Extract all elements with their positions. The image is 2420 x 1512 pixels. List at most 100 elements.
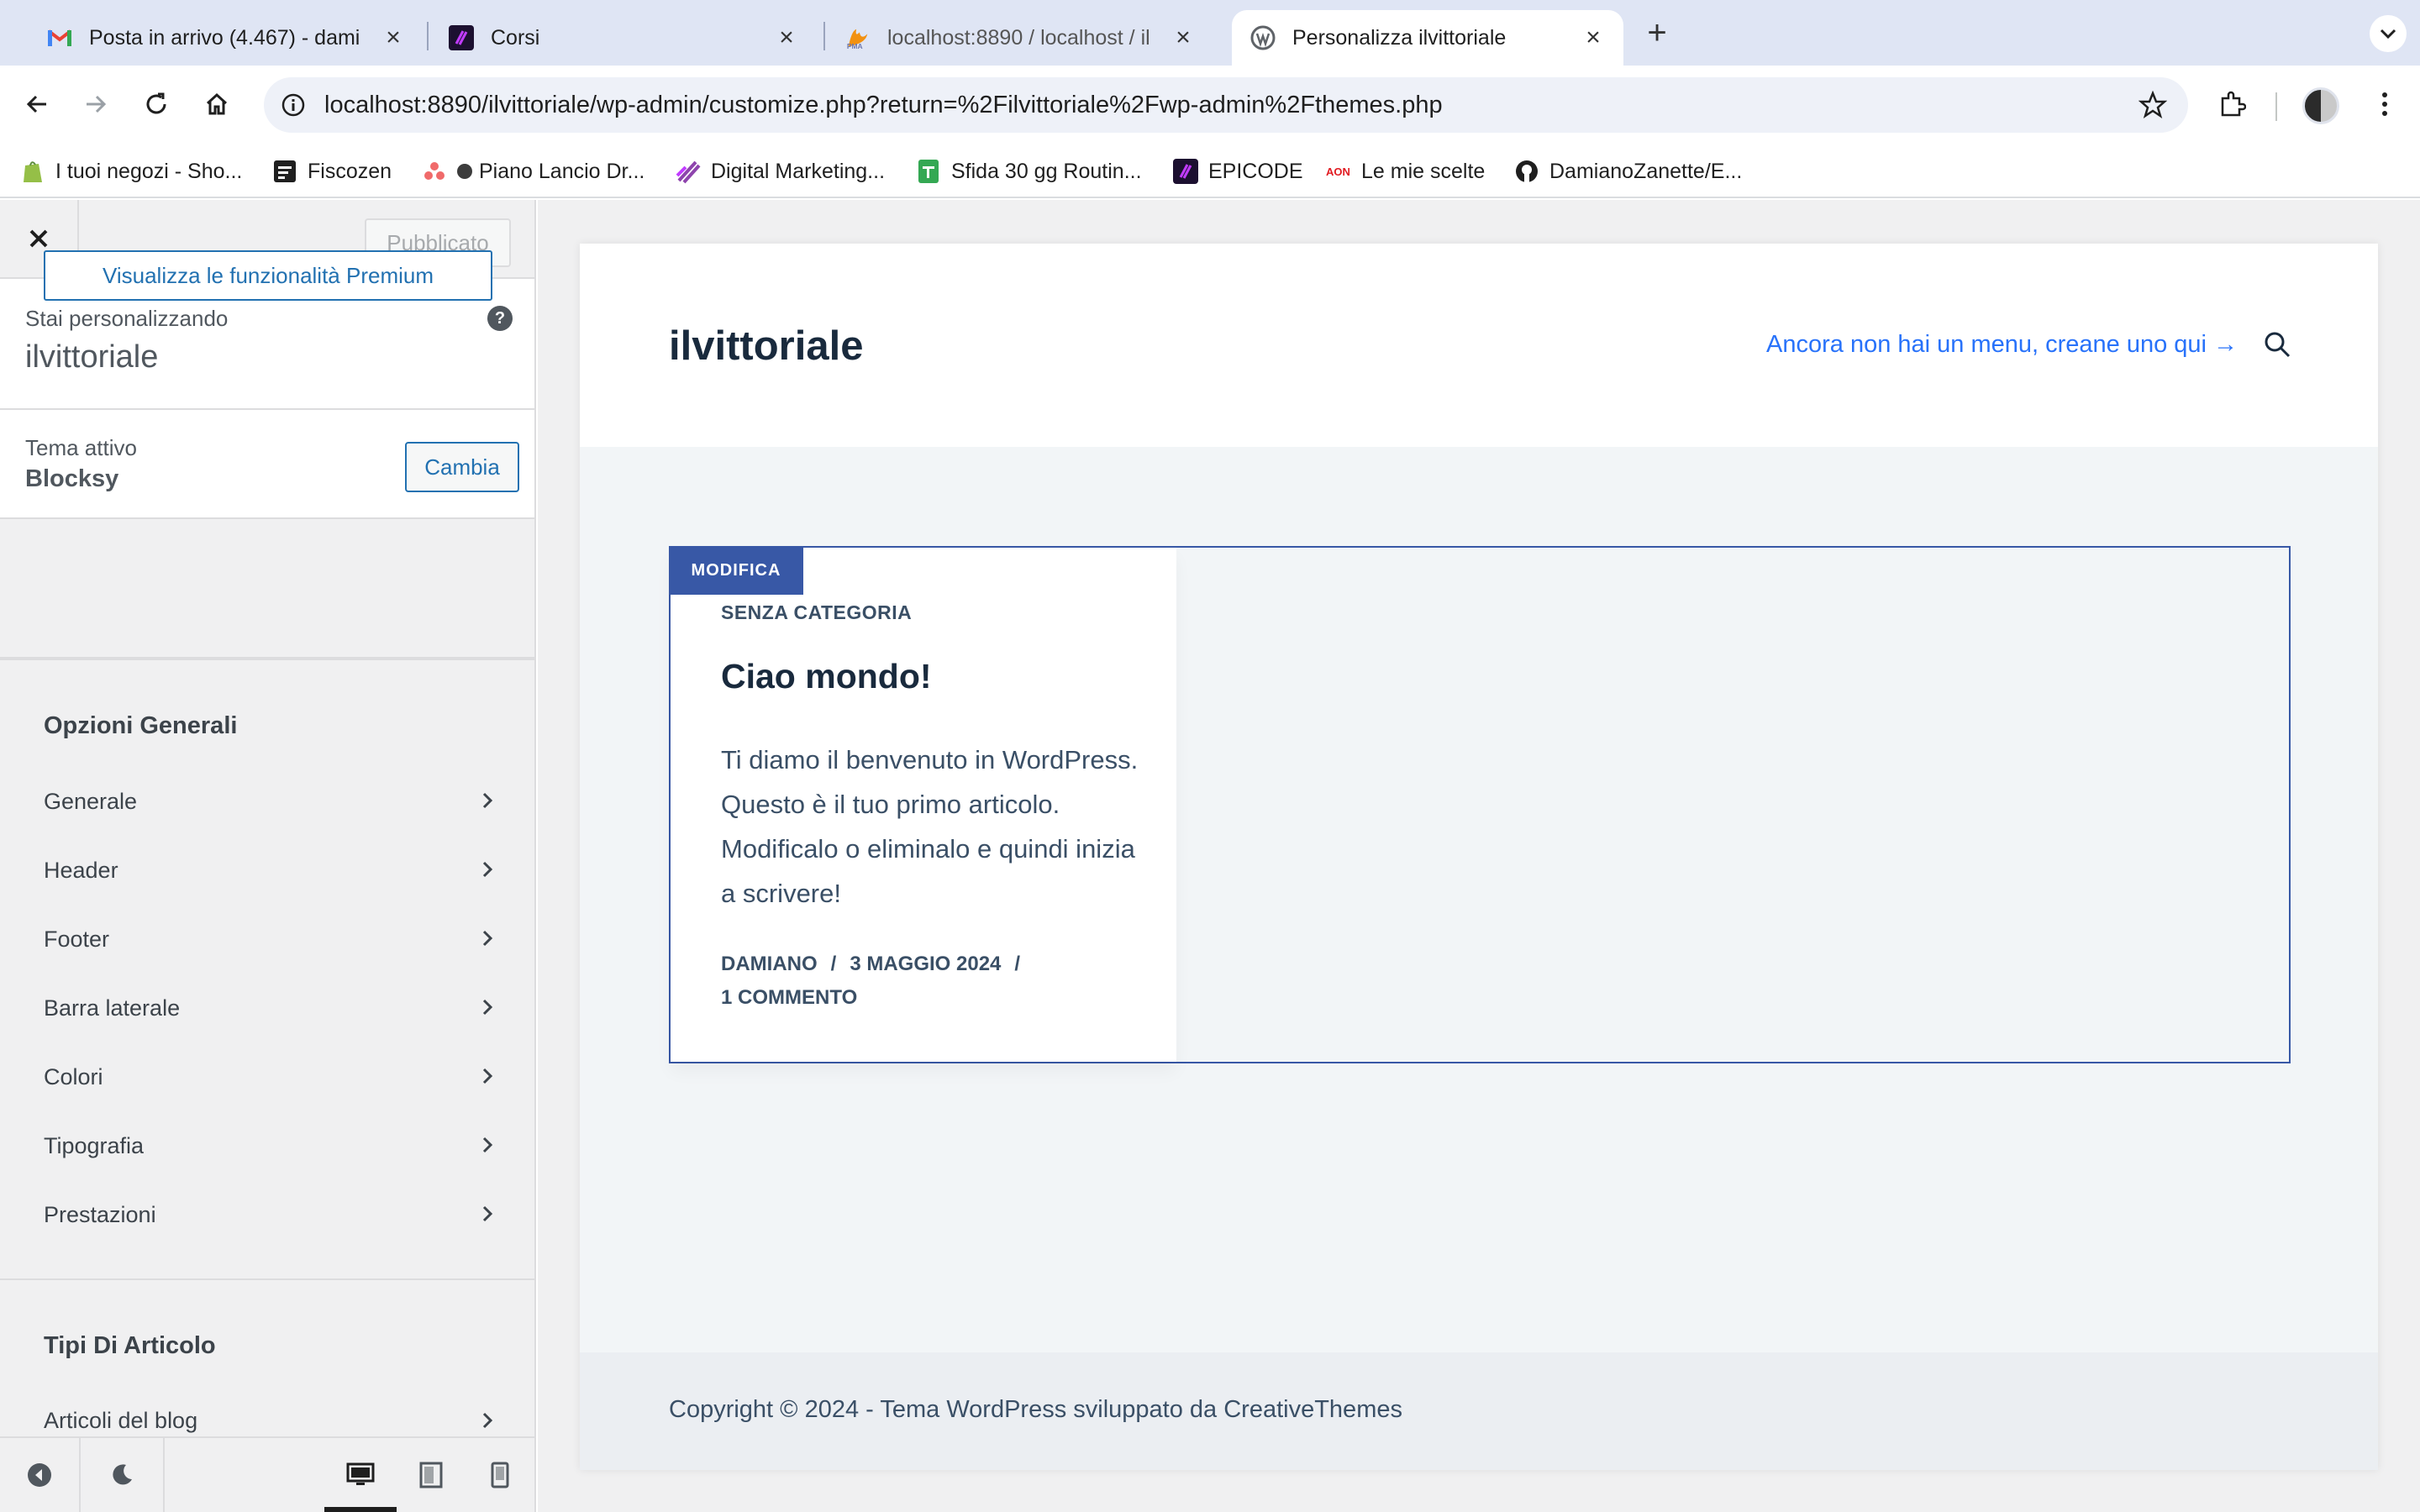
tab-separator — [427, 22, 429, 50]
tab-search-button[interactable] — [2370, 15, 2407, 52]
help-icon[interactable]: ? — [487, 306, 513, 331]
post-comments[interactable]: 1 COMMENTO — [721, 986, 857, 1009]
change-theme-button[interactable]: Cambia — [405, 442, 519, 492]
fiscozen-icon — [272, 159, 297, 184]
panel-colors[interactable]: Colori — [0, 1042, 534, 1111]
create-menu-link[interactable]: Ancora non hai un menu, creane uno qui → — [1766, 331, 2238, 359]
epicode-icon — [449, 25, 474, 50]
site-title[interactable]: ilvittoriale — [669, 323, 863, 370]
close-tab-icon[interactable]: × — [1171, 24, 1195, 51]
chevron-right-icon — [477, 997, 497, 1017]
bookmark-item[interactable]: Digital Marketing... — [676, 144, 885, 198]
extensions-button[interactable] — [2212, 84, 2252, 124]
post-date: 3 MAGGIO 2024 — [850, 953, 1002, 975]
chevron-right-icon — [477, 1066, 497, 1086]
panel-label: Footer — [44, 926, 110, 952]
gmail-icon — [47, 25, 72, 50]
dark-mode-button[interactable] — [81, 1438, 163, 1512]
bookmark-item[interactable]: Sfida 30 gg Routin... — [916, 144, 1142, 198]
active-device-indicator — [324, 1507, 397, 1512]
bookmark-item[interactable]: Fiscozen — [272, 144, 392, 198]
site-info-icon[interactable] — [277, 89, 309, 121]
panel-label: Prestazioni — [44, 1201, 156, 1227]
sheets-icon — [916, 159, 941, 184]
edit-shortcut-button[interactable]: MODIFICA — [669, 546, 803, 595]
search-icon[interactable] — [2260, 328, 2294, 361]
reload-icon — [146, 92, 166, 114]
preview-desktop-button[interactable] — [324, 1438, 397, 1512]
panel-label: Header — [44, 857, 118, 883]
theme-name: Blocksy — [25, 465, 119, 492]
panel-label: Articoli del blog — [44, 1407, 198, 1433]
section-divider — [0, 659, 534, 660]
post-title[interactable]: Ciao mondo! — [721, 657, 932, 696]
bookmark-star-icon[interactable] — [2136, 88, 2170, 122]
back-button[interactable] — [17, 84, 57, 124]
close-tab-icon[interactable]: × — [1581, 24, 1605, 51]
panel-performance[interactable]: Prestazioni — [0, 1180, 534, 1249]
browser-menu-button[interactable] — [2365, 84, 2405, 124]
close-tab-icon[interactable]: × — [381, 24, 405, 51]
tablet-icon — [419, 1462, 443, 1488]
svg-text:PMA: PMA — [847, 42, 863, 50]
tab-phpmyadmin[interactable]: PMA localhost:8890 / localhost / il × — [827, 10, 1213, 66]
preview-mobile-button[interactable] — [466, 1438, 534, 1512]
collapse-icon — [28, 1463, 51, 1487]
bookmark-label: Piano Lancio Dr... — [479, 159, 645, 183]
post-meta: DAMIANO / 3 MAGGIO 2024 / 1 COMMENTO — [721, 948, 1158, 1015]
bookmark-item[interactable]: EPICODE — [1173, 144, 1303, 198]
chevron-right-icon — [477, 1135, 497, 1155]
new-tab-button[interactable]: + — [1640, 16, 1674, 50]
post-entry: SENZA CATEGORIA Ciao mondo! Ti diamo il … — [671, 548, 1176, 1062]
arrow-left-icon — [26, 95, 46, 113]
tab-gmail[interactable]: Posta in arrivo (4.467) - dami × — [29, 10, 424, 66]
preview-tablet-button[interactable] — [397, 1438, 466, 1512]
svg-text:AON: AON — [1326, 165, 1350, 178]
address-bar[interactable]: localhost:8890/ilvittoriale/wp-admin/cus… — [264, 77, 2188, 133]
bookmark-item[interactable]: DamianoZanette/E... — [1514, 144, 1742, 198]
bookmark-label: DamianoZanette/E... — [1549, 159, 1743, 183]
browser-tab-strip: Posta in arrivo (4.467) - dami × Corsi ×… — [0, 0, 2420, 66]
post-author[interactable]: DAMIANO — [721, 953, 818, 975]
collapse-sidebar-button[interactable] — [0, 1438, 79, 1512]
reload-button[interactable] — [136, 84, 176, 124]
desktop-icon — [346, 1462, 375, 1485]
active-theme-label: Tema attivo — [25, 435, 137, 460]
forward-button[interactable] — [76, 84, 116, 124]
profile-avatar[interactable] — [2302, 87, 2339, 124]
panel-header[interactable]: Header — [0, 836, 534, 905]
post-card: SENZA CATEGORIA Ciao mondo! Ti diamo il … — [669, 546, 2291, 1063]
bookmark-label: Fiscozen — [308, 159, 392, 183]
bookmark-item[interactable]: AON Le mie scelte — [1326, 144, 1485, 198]
tab-corsi[interactable]: Corsi × — [430, 10, 817, 66]
tab-customizer[interactable]: Personalizza ilvittoriale × — [1232, 10, 1623, 66]
site-preview: ilvittoriale Ancora non hai un menu, cre… — [580, 244, 2378, 1470]
bookmark-item[interactable]: Piano Lancio Dr... — [422, 144, 644, 198]
mobile-icon — [491, 1462, 509, 1488]
phpmyadmin-icon: PMA — [845, 25, 871, 50]
shopify-icon — [20, 159, 45, 184]
meta-separator: / — [830, 953, 837, 975]
chevron-down-icon — [2380, 29, 2396, 39]
panel-generale[interactable]: Generale — [0, 767, 534, 836]
tab-title: localhost:8890 / localhost / il — [887, 25, 1150, 50]
panel-footer[interactable]: Footer — [0, 905, 534, 974]
post-category[interactable]: SENZA CATEGORIA — [721, 601, 912, 624]
home-icon — [206, 92, 228, 115]
panel-label: Colori — [44, 1063, 103, 1089]
panel-label: Generale — [44, 788, 138, 814]
site-footer: Copyright © 2024 - Tema WordPress svilup… — [580, 1352, 2378, 1470]
bookmarks-bar: I tuoi negozi - Sho... Fiscozen Piano La… — [0, 144, 2420, 198]
close-tab-icon[interactable]: × — [775, 24, 798, 51]
customizer-footer — [0, 1436, 534, 1512]
bookmark-label: Sfida 30 gg Routin... — [951, 159, 1142, 183]
bookmark-item[interactable]: I tuoi negozi - Sho... — [20, 144, 242, 198]
panel-sidebar[interactable]: Barra laterale — [0, 974, 534, 1042]
tab-separator — [823, 22, 825, 50]
panel-label: Barra laterale — [44, 995, 181, 1021]
panel-typography[interactable]: Tipografia — [0, 1111, 534, 1180]
asana-icon — [422, 159, 447, 184]
premium-features-button[interactable]: Visualizza le funzionalità Premium — [44, 250, 492, 301]
footer-separator — [163, 1438, 165, 1512]
home-button[interactable] — [197, 84, 237, 124]
